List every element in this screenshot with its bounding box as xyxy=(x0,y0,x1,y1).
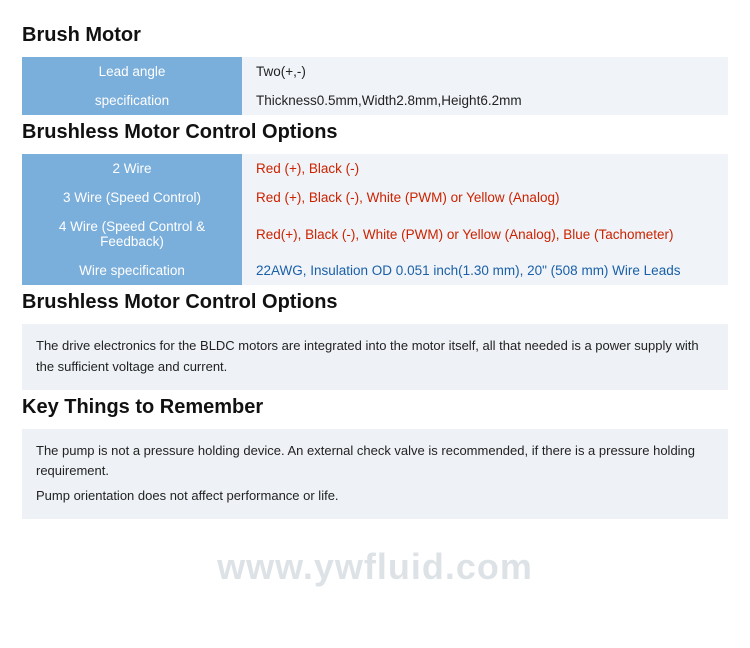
brush-motor-table: Lead angle Two(+,-) specification Thickn… xyxy=(22,57,728,115)
label-3wire: 3 Wire (Speed Control) xyxy=(22,183,242,212)
table-row: 4 Wire (Speed Control & Feedback) Red(+)… xyxy=(22,212,728,256)
brushless-options-section: Brushless Motor Control Options 2 Wire R… xyxy=(22,121,728,285)
table-row: 3 Wire (Speed Control) Red (+), Black (-… xyxy=(22,183,728,212)
brush-motor-section: Brush Motor Lead angle Two(+,-) specific… xyxy=(22,24,728,115)
value-lead-angle: Two(+,-) xyxy=(242,57,728,86)
label-lead-angle: Lead angle xyxy=(22,57,242,86)
table-row: specification Thickness0.5mm,Width2.8mm,… xyxy=(22,86,728,115)
key-things-line-2: Pump orientation does not affect perform… xyxy=(36,486,714,507)
watermark: www.ywfluid.com xyxy=(217,546,533,588)
table-row: Wire specification 22AWG, Insulation OD … xyxy=(22,256,728,285)
brushless-options-table: 2 Wire Red (+), Black (-) 3 Wire (Speed … xyxy=(22,154,728,285)
table-row: 2 Wire Red (+), Black (-) xyxy=(22,154,728,183)
brush-motor-title: Brush Motor xyxy=(22,24,728,47)
value-4wire: Red(+), Black (-), White (PWM) or Yellow… xyxy=(242,212,728,256)
table-row: Lead angle Two(+,-) xyxy=(22,57,728,86)
key-things-section: Key Things to Remember The pump is not a… xyxy=(22,396,728,519)
brushless-description-title: Brushless Motor Control Options xyxy=(22,291,728,314)
brushless-options-title: Brushless Motor Control Options xyxy=(22,121,728,144)
value-wire-spec: 22AWG, Insulation OD 0.051 inch(1.30 mm)… xyxy=(242,256,728,285)
label-specification: specification xyxy=(22,86,242,115)
brushless-description-text: The drive electronics for the BLDC motor… xyxy=(22,324,728,390)
label-4wire: 4 Wire (Speed Control & Feedback) xyxy=(22,212,242,256)
brushless-description-section: Brushless Motor Control Options The driv… xyxy=(22,291,728,390)
value-specification: Thickness0.5mm,Width2.8mm,Height6.2mm xyxy=(242,86,728,115)
key-things-line-1: The pump is not a pressure holding devic… xyxy=(36,441,714,483)
value-3wire: Red (+), Black (-), White (PWM) or Yello… xyxy=(242,183,728,212)
key-things-title: Key Things to Remember xyxy=(22,396,728,419)
label-2wire: 2 Wire xyxy=(22,154,242,183)
label-wire-spec: Wire specification xyxy=(22,256,242,285)
value-2wire: Red (+), Black (-) xyxy=(242,154,728,183)
key-things-text: The pump is not a pressure holding devic… xyxy=(22,429,728,519)
